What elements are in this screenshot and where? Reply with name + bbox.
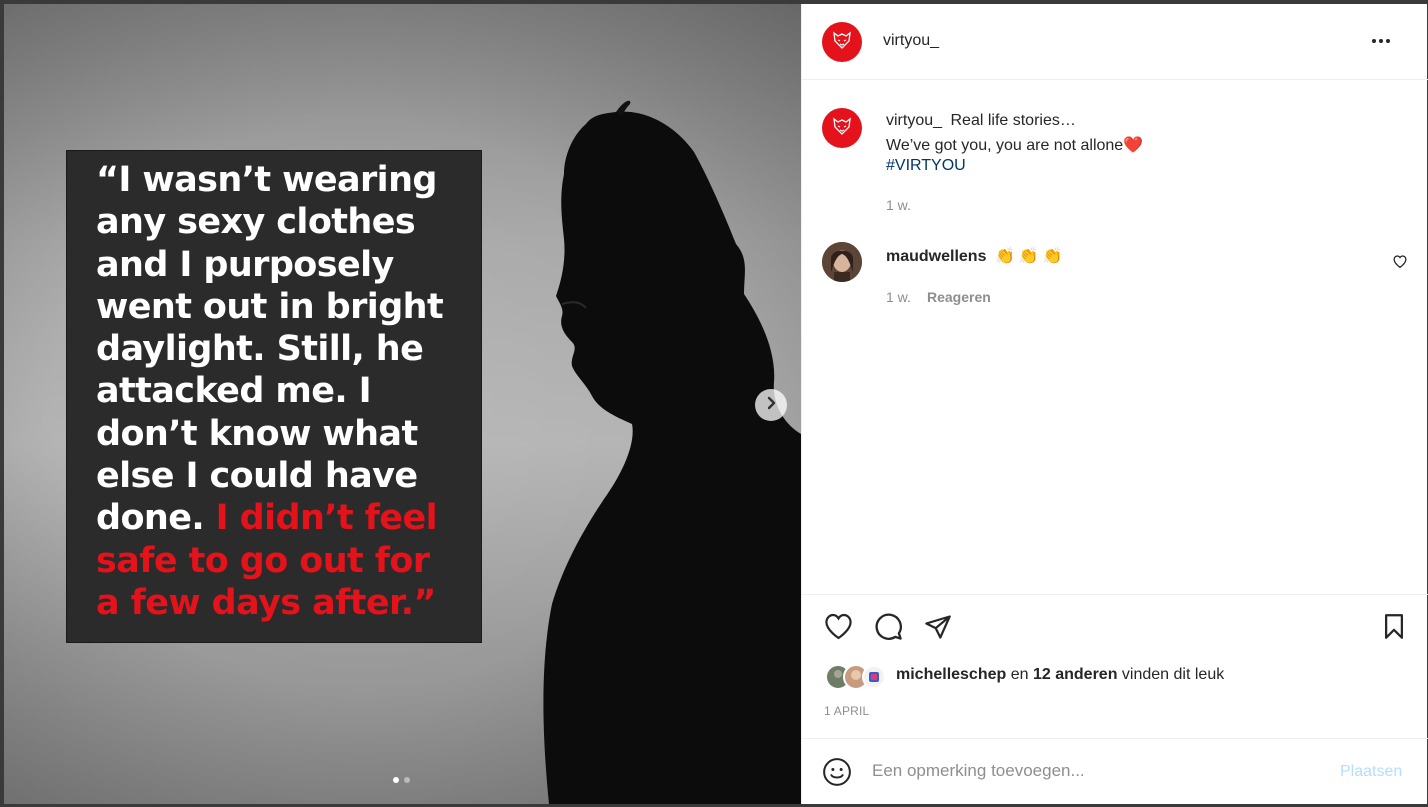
- liker-avatars[interactable]: [824, 663, 886, 691]
- quote-text: “I wasn’t wearing any sexy clothes and I…: [96, 159, 459, 624]
- quote-text-white: “I wasn’t wearing any sexy clothes and I…: [96, 160, 444, 539]
- tiger-logo-icon: [829, 27, 855, 58]
- liker-username[interactable]: michelleschep: [896, 666, 1006, 683]
- paper-plane-icon: [924, 614, 952, 645]
- heart-icon: [824, 613, 853, 645]
- more-horizontal-icon: [1371, 31, 1391, 49]
- post-header: virtyou_: [802, 4, 1428, 80]
- post-actions-bar: [802, 594, 1428, 640]
- caption-timestamp: 1 w.: [886, 197, 911, 213]
- likes-text: michelleschep en 12 anderen vinden dit l…: [896, 666, 1224, 684]
- share-button[interactable]: [922, 613, 954, 645]
- carousel-dots: [393, 777, 410, 783]
- author-avatar[interactable]: [822, 22, 862, 62]
- comment-line: maudwellens 👏👏👏: [886, 246, 1067, 266]
- reply-button[interactable]: Reageren: [927, 289, 991, 305]
- caption-avatar[interactable]: [822, 108, 862, 148]
- post-media: “I wasn’t wearing any sexy clothes and I…: [4, 4, 801, 804]
- comment-text: 👏👏👏: [994, 248, 1067, 265]
- save-button[interactable]: [1378, 613, 1410, 645]
- comment-button[interactable]: [872, 613, 904, 645]
- quote-card: “I wasn’t wearing any sexy clothes and I…: [66, 150, 482, 643]
- comment-timestamp: 1 w.: [886, 289, 911, 305]
- tiger-logo-icon: [829, 113, 855, 144]
- caption-line-1: virtyou_ Real life stories…: [886, 112, 1076, 130]
- comment-bubble-icon: [874, 612, 903, 646]
- like-button[interactable]: [822, 613, 854, 645]
- commenter-username[interactable]: maudwellens: [886, 248, 986, 265]
- caption-text: Real life stories…: [950, 112, 1076, 129]
- carousel-dot: [404, 777, 410, 783]
- bookmark-icon: [1382, 613, 1406, 645]
- hashtag-link[interactable]: #VIRTYOU: [886, 157, 966, 175]
- comment-like-heart-icon[interactable]: [1393, 255, 1407, 273]
- commenter-avatar[interactable]: [822, 242, 862, 282]
- author-username[interactable]: virtyou_: [883, 32, 939, 50]
- caption-text-2: We’ve got you, you are not allone: [886, 137, 1124, 154]
- carousel-dot-active: [393, 777, 399, 783]
- chevron-right-icon: [764, 396, 778, 415]
- caption-line-2: We’ve got you, you are not allone❤️: [886, 135, 1143, 155]
- comment-input[interactable]: [872, 759, 1332, 783]
- caption-username[interactable]: virtyou_: [886, 112, 942, 129]
- emoji-picker-button[interactable]: [822, 757, 852, 792]
- likes-connector: en: [1010, 666, 1029, 683]
- red-heart-emoji: ❤️: [1123, 137, 1144, 154]
- more-options-button[interactable]: [1369, 28, 1393, 52]
- post-comment-button[interactable]: Plaatsen: [1340, 763, 1402, 781]
- smiley-icon: [822, 758, 852, 791]
- next-slide-button[interactable]: [755, 389, 787, 421]
- post-details-panel: virtyou_ virtyou_ Real life stories… We’…: [801, 4, 1428, 804]
- likes-suffix: vinden dit leuk: [1121, 666, 1225, 683]
- add-comment-bar: Plaatsen: [802, 738, 1428, 804]
- post-date: 1 APRIL: [824, 704, 870, 718]
- likes-others-link[interactable]: 12 anderen: [1033, 666, 1117, 683]
